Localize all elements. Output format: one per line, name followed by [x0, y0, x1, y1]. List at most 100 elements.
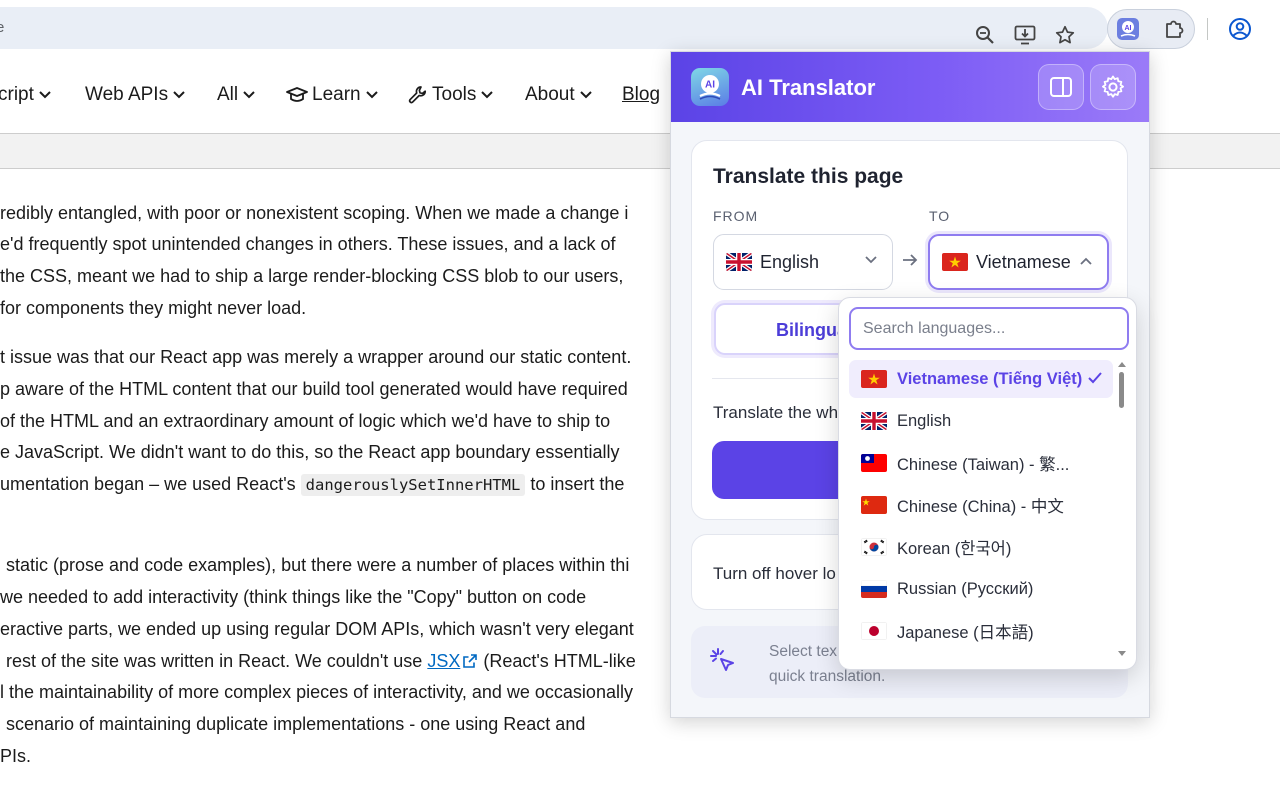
wrench-icon: [408, 86, 427, 104]
article-line: of the HTML and an extraordinary amount …: [0, 411, 611, 431]
nav-item-label: All: [217, 84, 239, 105]
install-app-icon[interactable]: [1010, 20, 1040, 50]
article-text: rest of the site was written in React. W…: [6, 651, 423, 671]
korea-flag-icon: [861, 538, 887, 556]
translate-whole-page-text: Translate the wh: [713, 403, 839, 422]
cursor-click-icon: [710, 648, 734, 671]
language-option-japanese[interactable]: Japanese (日本語): [849, 612, 1113, 650]
to-language-label: Vietnamese: [976, 251, 1071, 272]
language-option-chinese-taiwan[interactable]: Chinese (Taiwan) - 繁...: [849, 444, 1113, 482]
ai-translator-extension-icon[interactable]: AI: [1113, 14, 1143, 44]
language-option-label: English: [897, 411, 952, 430]
chevron-down-icon: [481, 91, 494, 99]
svg-text:AI: AI: [705, 80, 715, 91]
article-body: redibly entangled, with poor or nonexist…: [0, 170, 680, 800]
article-line: for components they might never load.: [0, 298, 307, 318]
article-line: e'd frequently spot unintended changes i…: [0, 234, 616, 254]
puzzle-icon[interactable]: [1159, 14, 1189, 44]
language-option-korean[interactable]: Korean (한국어): [849, 528, 1113, 566]
browser-toolbar: e AI: [0, 0, 1280, 58]
ai-translator-logo-icon: AI: [691, 68, 729, 106]
mode-label: Bilingua: [776, 320, 847, 340]
article-line: scenario of maintaining duplicate implem…: [6, 714, 586, 734]
article-line: the CSS, meant we had to ship a large re…: [0, 266, 624, 286]
taiwan-flag-icon: [861, 454, 887, 472]
nav-item-javascript[interactable]: cript: [0, 84, 52, 106]
language-option-label: Vietnamese (Tiếng Việt): [897, 369, 1083, 388]
language-option-english[interactable]: English: [849, 402, 1113, 440]
chevron-down-icon: [579, 91, 592, 99]
toolbar-separator: [1207, 18, 1208, 40]
article-line: we needed to add interactivity (think th…: [0, 587, 587, 607]
address-bar[interactable]: e: [0, 7, 1108, 49]
chevron-up-icon: [1080, 257, 1092, 265]
sidebar-toggle-button[interactable]: [1038, 64, 1084, 110]
article-text: to insert the: [530, 474, 625, 494]
language-option-label: Chinese (China) - 中文: [897, 498, 1064, 516]
nav-item-tools[interactable]: Tools: [408, 84, 494, 106]
language-option-chinese-china[interactable]: Chinese (China) - 中文: [849, 486, 1113, 524]
vietnam-flag-icon: [942, 253, 968, 271]
panel-header: AI AI Translator: [671, 52, 1149, 122]
panel-title: AI Translator: [741, 75, 876, 100]
language-option-russian[interactable]: Russian (Русский): [849, 570, 1113, 608]
article-line: t issue was that our React app was merel…: [0, 347, 632, 367]
chevron-down-icon: [243, 91, 255, 99]
scroll-down-icon[interactable]: [1117, 650, 1127, 658]
scroll-thumb[interactable]: [1119, 372, 1124, 408]
svg-text:AI: AI: [1125, 25, 1132, 32]
profile-icon[interactable]: [1225, 14, 1255, 44]
article-line: redibly entangled, with poor or nonexist…: [0, 203, 629, 223]
nav-item-blog[interactable]: Blog: [622, 84, 660, 106]
nav-item-label: Learn: [312, 84, 361, 105]
sidebar-icon: [1050, 77, 1072, 97]
uk-flag-icon: [861, 412, 887, 430]
zoom-icon[interactable]: [970, 20, 1000, 50]
from-language-select[interactable]: English: [713, 234, 893, 290]
star-icon[interactable]: [1050, 20, 1080, 50]
dropdown-scrollbar[interactable]: [1115, 358, 1129, 664]
scroll-up-icon[interactable]: [1117, 360, 1127, 368]
article-line: rest of the site was written in React. W…: [6, 650, 636, 672]
external-link-icon: [463, 654, 478, 668]
nav-item-learn[interactable]: Learn: [286, 84, 379, 106]
article-line: eractive parts, we ended up using regula…: [0, 619, 634, 639]
check-icon: [1088, 372, 1102, 384]
inline-code: dangerouslySetInnerHTML: [300, 474, 526, 496]
language-option-vietnamese[interactable]: Vietnamese (Tiếng Việt): [849, 360, 1113, 398]
language-option-label: Japanese (日本語): [897, 624, 1034, 642]
chevron-down-icon: [865, 256, 877, 264]
article-text: (React's HTML-like: [483, 651, 636, 671]
vietnam-flag-icon: [861, 370, 887, 388]
chevron-down-icon: [173, 91, 185, 99]
jsx-link[interactable]: JSX: [427, 651, 460, 671]
language-option-label: Chinese (Taiwan) - 繁...: [897, 456, 1070, 474]
search-languages-input[interactable]: [849, 307, 1129, 350]
nav-item-label: Blog: [622, 84, 661, 105]
nav-item-label: cript: [0, 84, 34, 105]
address-bar-text: e: [0, 19, 5, 36]
article-line: e JavaScript. We didn't want to do this,…: [0, 442, 620, 462]
nav-item-label: About: [525, 84, 575, 105]
settings-button[interactable]: [1090, 64, 1136, 110]
to-label: TO: [929, 208, 951, 224]
from-language-label: English: [760, 251, 820, 272]
uk-flag-icon: [726, 253, 752, 271]
arrow-right-icon: [903, 254, 918, 266]
article-text: umentation began – we used React's: [0, 474, 296, 494]
to-language-select[interactable]: Vietnamese: [928, 234, 1109, 290]
nav-item-about[interactable]: About: [525, 84, 593, 106]
language-option-label: Russian (Русский): [897, 579, 1034, 598]
russia-flag-icon: [861, 580, 887, 598]
gear-icon: [1102, 75, 1124, 98]
hover-toggle-text: Turn off hover lo: [713, 564, 836, 583]
nav-item-label: Web APIs: [85, 84, 169, 105]
language-option-label: Korean (한국어): [897, 540, 1012, 558]
chevron-down-icon: [365, 91, 378, 99]
nav-item-web-apis[interactable]: Web APIs: [85, 84, 186, 106]
china-flag-icon: [861, 496, 887, 514]
nav-item-all[interactable]: All: [217, 84, 256, 106]
nav-item-label: Tools: [432, 84, 477, 105]
article-line: PIs.: [0, 746, 32, 766]
from-label: FROM: [713, 208, 759, 224]
